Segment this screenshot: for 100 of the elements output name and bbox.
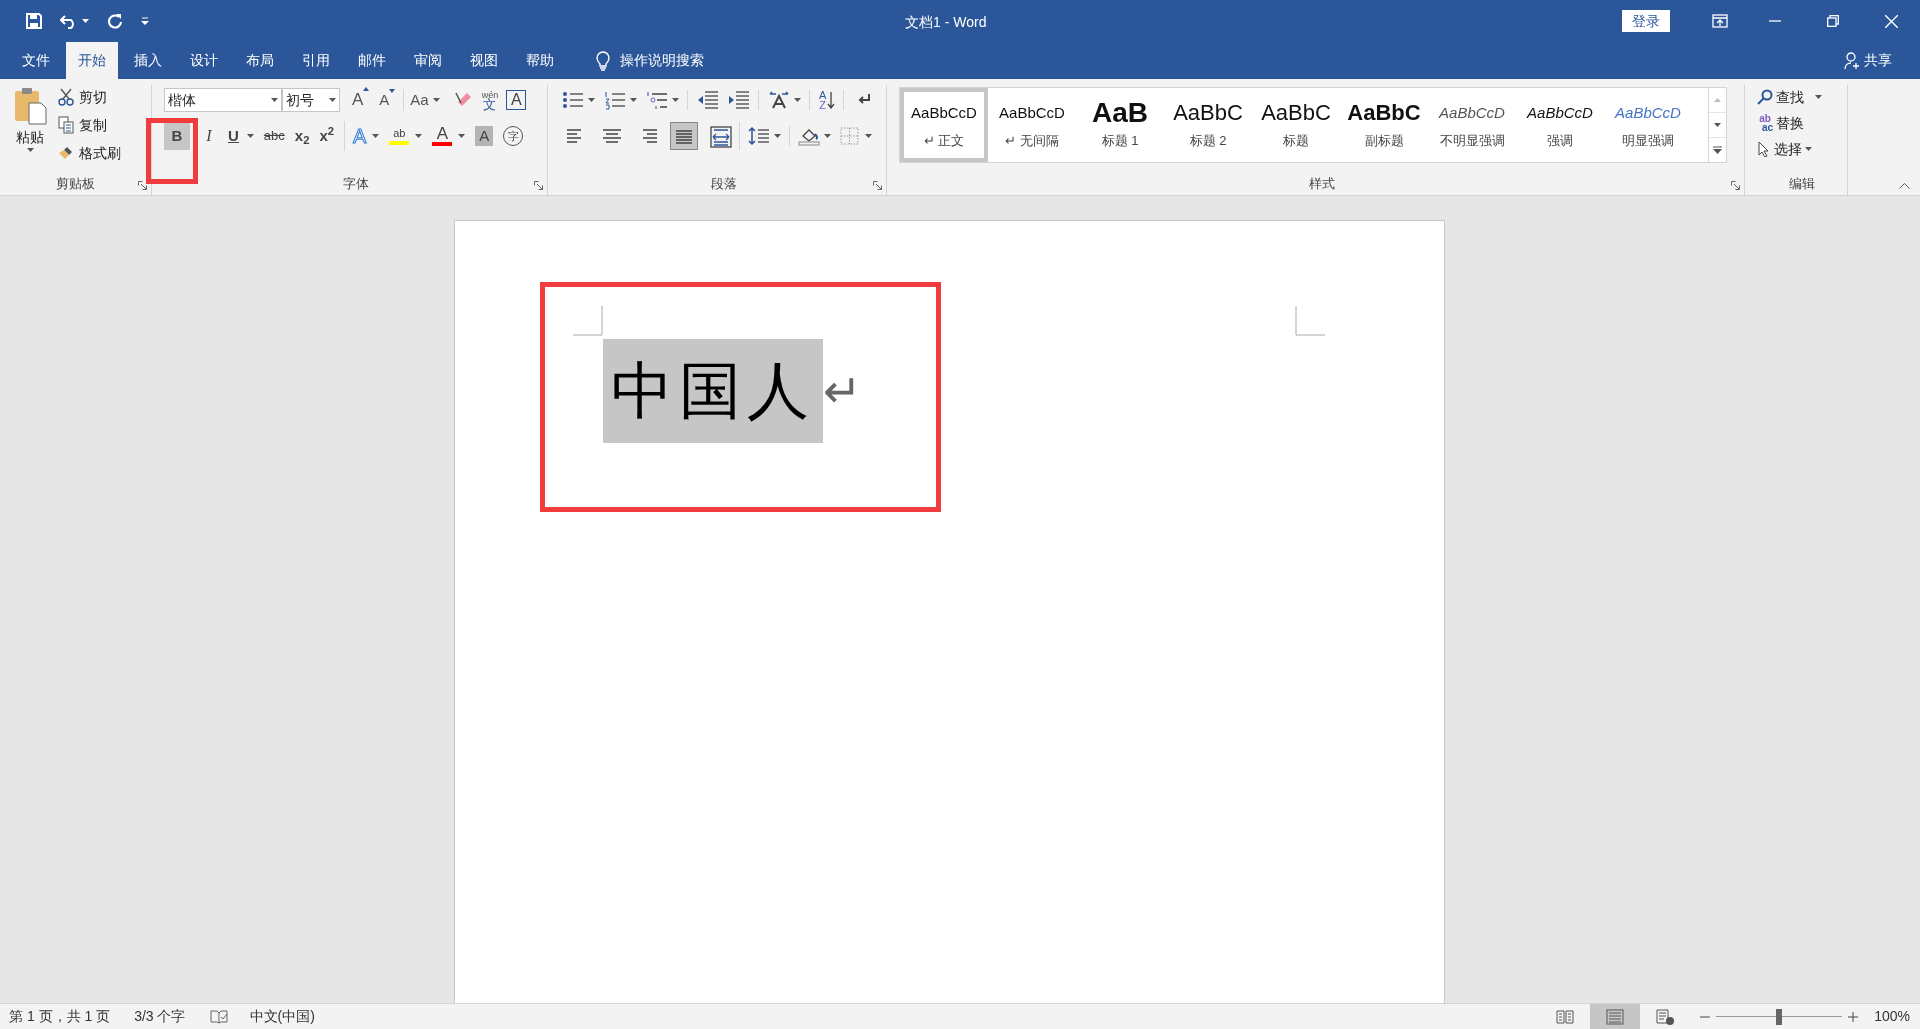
script-button[interactable]: x$^{2}$: [319, 122, 335, 150]
ribbon-tab[interactable]: 引用: [290, 42, 342, 79]
font-size-field[interactable]: 初号: [282, 88, 340, 112]
strikethrough-button[interactable]: abc: [263, 122, 285, 150]
caret-icon[interactable]: [415, 134, 423, 138]
ribbon-tab[interactable]: 开始: [66, 42, 118, 79]
ribbon-tab[interactable]: 视图: [458, 42, 510, 79]
dialog-launcher-icon[interactable]: [138, 181, 147, 190]
save-icon[interactable]: [26, 13, 42, 29]
caret-icon[interactable]: [329, 98, 336, 102]
collapse-ribbon-icon[interactable]: [1899, 183, 1910, 189]
character-border-button[interactable]: A: [506, 90, 527, 110]
caret-icon[interactable]: [458, 134, 466, 138]
character-shading-button[interactable]: A: [475, 126, 494, 146]
line-spacing-icon[interactable]: [748, 126, 770, 146]
font-color-button[interactable]: A: [432, 126, 466, 146]
brush-icon: [58, 145, 74, 161]
style-item[interactable]: AaB 标题 1: [1076, 88, 1164, 162]
caret-icon[interactable]: [432, 98, 440, 102]
ribbon-tab[interactable]: 帮助: [514, 42, 566, 79]
caret-icon[interactable]: [824, 134, 831, 138]
highlight-button[interactable]: ab: [389, 127, 423, 145]
sign-in-button[interactable]: 登录: [1622, 10, 1670, 32]
scroll-down-icon[interactable]: [1714, 123, 1721, 127]
caret-icon[interactable]: [372, 134, 380, 138]
paste-button[interactable]: 粘贴: [10, 85, 50, 165]
numbered-list-icon[interactable]: [604, 90, 626, 110]
change-case-button[interactable]: Aa: [403, 88, 442, 112]
eraser-icon[interactable]: [453, 91, 474, 109]
caret-icon[interactable]: [26, 148, 34, 152]
style-item[interactable]: AaBbCcD 不明显强调: [1428, 88, 1516, 162]
caret-icon[interactable]: [774, 134, 781, 138]
zoom-level[interactable]: 100%: [1874, 1006, 1910, 1027]
caret-icon[interactable]: [672, 98, 679, 102]
font-name-field[interactable]: 楷体: [164, 88, 282, 112]
style-item[interactable]: AaBbC 标题: [1252, 88, 1340, 162]
ribbon-tab[interactable]: 布局: [234, 42, 286, 79]
ribbon-tab[interactable]: 邮件: [346, 42, 398, 79]
ribbon-tab[interactable]: 审阅: [402, 42, 454, 79]
multilevel-list-icon[interactable]: [646, 90, 668, 110]
style-item[interactable]: AaBbCcD ↵ 正文: [900, 88, 988, 162]
caret-icon[interactable]: [630, 98, 637, 102]
align-button[interactable]: [670, 122, 698, 150]
clipboard-button[interactable]: 格式刷: [58, 141, 121, 165]
decrease-indent-icon[interactable]: [697, 90, 719, 110]
underline-button[interactable]: U: [228, 122, 254, 150]
style-item[interactable]: AaBbC 标题 2: [1164, 88, 1252, 162]
ribbon-tab[interactable]: 设计: [178, 42, 230, 79]
style-item[interactable]: AaBbCcD 强调: [1516, 88, 1604, 162]
caret-icon[interactable]: [1805, 147, 1812, 151]
style-item[interactable]: AaBbC 副标题: [1340, 88, 1428, 162]
style-item[interactable]: AaBbCcD ↵ 无间隔: [988, 88, 1076, 162]
restore-icon[interactable]: [1827, 15, 1839, 27]
page-count[interactable]: 第 1 页，共 1 页: [9, 1006, 111, 1027]
word-count[interactable]: 3/3 个字: [134, 1006, 186, 1027]
share-button[interactable]: 共享: [1844, 42, 1892, 79]
grow-font-button[interactable]: A: [350, 87, 372, 113]
increase-indent-icon[interactable]: [728, 90, 750, 110]
caret-icon[interactable]: [246, 134, 254, 138]
caret-icon[interactable]: [794, 98, 801, 102]
sort-button[interactable]: A Z: [819, 90, 845, 110]
clipboard-icon: [13, 87, 47, 125]
caret-icon[interactable]: [865, 134, 872, 138]
shrink-font-button[interactable]: A: [377, 88, 398, 112]
zoom-thumb[interactable]: [1776, 1008, 1783, 1025]
more-icon[interactable]: [1713, 146, 1722, 154]
language-status[interactable]: 中文(中国): [249, 1006, 315, 1027]
chinese-layout-icon[interactable]: [768, 90, 790, 110]
tell-me-field[interactable]: 操作说明搜索: [620, 50, 730, 71]
customize-icon[interactable]: [141, 17, 149, 25]
zoom-in-icon[interactable]: [1848, 1011, 1859, 1022]
group-label: 样式: [1308, 175, 1335, 194]
ribbon-display-icon[interactable]: [1712, 14, 1728, 28]
script-button[interactable]: x$_{2}$: [294, 122, 310, 150]
ribbon-tab[interactable]: 文件: [10, 42, 62, 79]
italic-button[interactable]: I: [200, 122, 218, 150]
zoom-slider[interactable]: [1716, 1008, 1843, 1025]
editing-button[interactable]: 选择: [1757, 137, 1847, 161]
dialog-launcher-icon[interactable]: [534, 181, 543, 190]
caret-icon[interactable]: [588, 98, 595, 102]
paragraph-mark: ↵: [823, 364, 862, 419]
lightbulb-icon[interactable]: [596, 50, 610, 71]
clipboard-button[interactable]: 剪切: [58, 85, 121, 109]
bullet-list-icon[interactable]: [562, 90, 584, 110]
proofing-icon[interactable]: [209, 1009, 228, 1024]
phonetic-guide-button[interactable]: wén 文: [479, 90, 501, 110]
caret-icon[interactable]: [82, 19, 89, 23]
clipboard-button[interactable]: 复制: [58, 113, 121, 137]
dialog-launcher-icon[interactable]: [873, 181, 882, 190]
ribbon-tab[interactable]: 插入: [122, 42, 174, 79]
caret-icon[interactable]: [1815, 95, 1822, 99]
dialog-launcher-icon[interactable]: [1731, 181, 1740, 190]
editing-button[interactable]: 查找: [1757, 85, 1847, 109]
style-item[interactable]: AaBbCcD 明显强调: [1604, 88, 1692, 162]
close-icon[interactable]: [1884, 14, 1898, 28]
caret-icon[interactable]: [271, 98, 278, 102]
bold-button[interactable]: B: [164, 122, 190, 150]
arrow-down-icon: [827, 91, 836, 109]
margin-mark: [573, 306, 603, 336]
redo-icon[interactable]: [107, 13, 123, 29]
